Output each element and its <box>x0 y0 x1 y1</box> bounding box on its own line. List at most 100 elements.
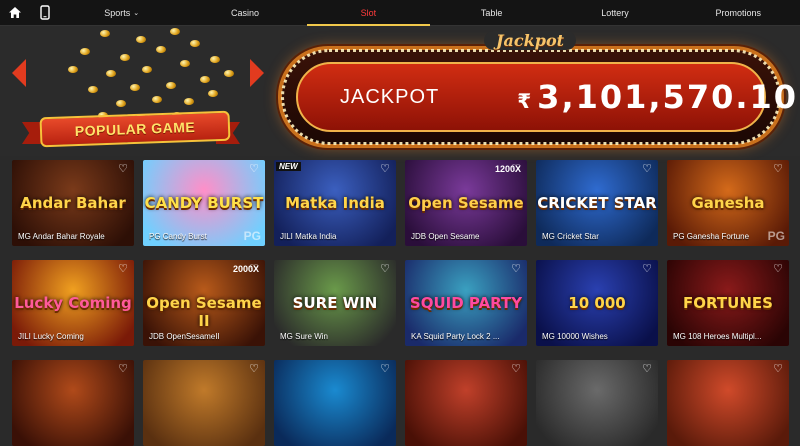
favorite-heart-icon[interactable]: ♡ <box>510 263 522 275</box>
game-card[interactable]: ♡ <box>274 360 396 446</box>
game-logo: SQUID PARTY <box>409 294 523 312</box>
favorite-heart-icon[interactable]: ♡ <box>117 263 129 275</box>
nav-item-sports[interactable]: Sports ⌄ <box>60 0 183 26</box>
coin-icon <box>106 70 116 77</box>
mobile-icon[interactable] <box>30 0 60 26</box>
coin-icon <box>136 36 146 43</box>
game-thumbnail <box>274 360 396 446</box>
game-logo: Lucky Coming <box>14 294 132 312</box>
game-card[interactable]: Matka India NEW ♡ JILI Matka India <box>274 160 396 246</box>
coin-icon <box>208 90 218 97</box>
nav-item-label: Sports <box>104 7 131 18</box>
favorite-heart-icon[interactable]: ♡ <box>248 263 260 275</box>
favorite-heart-icon[interactable]: ♡ <box>510 363 522 375</box>
game-title: MG Andar Bahar Royale <box>18 232 105 241</box>
jackpot-amount: ₹3,101,570.10 <box>517 78 798 116</box>
game-title: MG 10000 Wishes <box>542 332 608 341</box>
game-thumbnail <box>405 360 527 446</box>
favorite-heart-icon[interactable]: ♡ <box>772 163 784 175</box>
favorite-heart-icon[interactable]: ♡ <box>772 263 784 275</box>
home-icon[interactable] <box>0 0 30 26</box>
game-logo: Andar Bahar <box>20 194 126 212</box>
favorite-heart-icon[interactable]: ♡ <box>248 163 260 175</box>
nav-item-label: Promotions <box>715 7 762 18</box>
jackpot-value: 3,101,570.10 <box>537 78 799 116</box>
nav-item-casino[interactable]: Casino <box>183 0 306 26</box>
banner-left-arrow-icon <box>12 59 26 87</box>
game-logo: CRICKET STAR <box>537 194 657 212</box>
favorite-heart-icon[interactable]: ♡ <box>379 163 391 175</box>
favorite-heart-icon[interactable]: ♡ <box>510 163 522 175</box>
game-thumbnail <box>536 360 658 446</box>
banner-right-arrow-icon <box>250 59 264 87</box>
game-card[interactable]: ♡ <box>405 360 527 446</box>
jackpot-script-logo: Jackpot <box>484 31 576 50</box>
coin-icon <box>170 28 180 35</box>
coin-icon <box>190 40 200 47</box>
coin-icon <box>156 46 166 53</box>
game-card[interactable]: SQUID PARTY ♡ KA Squid Party Lock 2 ... <box>405 260 527 346</box>
game-logo: Matka India <box>285 194 385 212</box>
game-title: PG Ganesha Fortune <box>673 232 750 241</box>
game-logo: CANDY BURST <box>144 194 264 212</box>
game-card[interactable]: Open Sesame 1200X ♡ JDB Open Sesame <box>405 160 527 246</box>
coin-icon <box>68 66 78 73</box>
game-card[interactable]: SURE WIN ♡ MG Sure Win <box>274 260 396 346</box>
game-card[interactable]: FORTUNES ♡ MG 108 Heroes Multipl... <box>667 260 789 346</box>
game-card[interactable]: Ganesha PG ♡ PG Ganesha Fortune <box>667 160 789 246</box>
game-card[interactable]: 10 000 ♡ MG 10000 Wishes <box>536 260 658 346</box>
favorite-heart-icon[interactable]: ♡ <box>117 163 129 175</box>
coin-icon <box>142 66 152 73</box>
coin-icon <box>100 30 110 37</box>
game-thumbnail <box>12 360 134 446</box>
favorite-heart-icon[interactable]: ♡ <box>641 163 653 175</box>
favorite-heart-icon[interactable]: ♡ <box>379 363 391 375</box>
jackpot-label: JACKPOT <box>340 85 440 108</box>
game-logo: Open Sesame II <box>146 294 262 330</box>
game-title: JDB Open Sesame <box>411 232 480 241</box>
game-title: MG Sure Win <box>280 332 329 341</box>
game-card[interactable]: ♡ <box>143 360 265 446</box>
favorite-heart-icon[interactable]: ♡ <box>772 363 784 375</box>
coin-icon <box>200 76 210 83</box>
game-title: PG Candy Burst <box>149 232 207 241</box>
game-card[interactable]: Open Sesame II 2000X ♡ JDB OpenSesameII <box>143 260 265 346</box>
game-logo: FORTUNES <box>683 294 773 312</box>
nav-item-promotions[interactable]: Promotions <box>677 0 800 26</box>
game-card[interactable]: CRICKET STAR ♡ MG Cricket Star <box>536 160 658 246</box>
favorite-heart-icon[interactable]: ♡ <box>641 263 653 275</box>
game-card[interactable]: CANDY BURST PG ♡ PG Candy Burst <box>143 160 265 246</box>
game-card[interactable]: ♡ <box>536 360 658 446</box>
provider-watermark: PG <box>243 229 261 243</box>
favorite-heart-icon[interactable]: ♡ <box>641 363 653 375</box>
coin-icon <box>88 86 98 93</box>
game-card[interactable]: ♡ <box>667 360 789 446</box>
game-title: JDB OpenSesameII <box>149 332 220 341</box>
game-title: MG 108 Heroes Multipl... <box>673 332 762 341</box>
coin-icon <box>116 100 126 107</box>
game-title: JILI Matka India <box>280 232 337 241</box>
game-logo: SURE WIN <box>292 294 378 312</box>
rupee-symbol: ₹ <box>517 89 534 113</box>
coin-icon <box>184 98 194 105</box>
nav-items: Sports ⌄ Casino Slot Table Lottery Promotions <box>60 0 800 26</box>
nav-item-lottery[interactable]: Lottery <box>553 0 676 26</box>
popular-game-banner: POPULAR GAME <box>12 59 264 150</box>
favorite-heart-icon[interactable]: ♡ <box>117 363 129 375</box>
coin-icon <box>120 54 130 61</box>
game-card[interactable]: ♡ <box>12 360 134 446</box>
favorite-heart-icon[interactable]: ♡ <box>248 363 260 375</box>
nav-item-table[interactable]: Table <box>430 0 553 26</box>
popular-game-label: POPULAR GAME <box>74 118 196 140</box>
nav-item-label: Table <box>480 7 503 18</box>
nav-item-label: Slot <box>360 7 377 18</box>
game-card[interactable]: Lucky Coming ♡ JILI Lucky Coming <box>12 260 134 346</box>
chevron-down-icon: ⌄ <box>133 9 140 17</box>
coin-icon <box>80 48 90 55</box>
nav-item-slot[interactable]: Slot <box>306 0 431 26</box>
game-card[interactable]: Andar Bahar ♡ MG Andar Bahar Royale <box>12 160 134 246</box>
coin-icon <box>166 82 176 89</box>
coin-icon <box>152 96 162 103</box>
game-title: JILI Lucky Coming <box>18 332 84 341</box>
favorite-heart-icon[interactable]: ♡ <box>379 263 391 275</box>
